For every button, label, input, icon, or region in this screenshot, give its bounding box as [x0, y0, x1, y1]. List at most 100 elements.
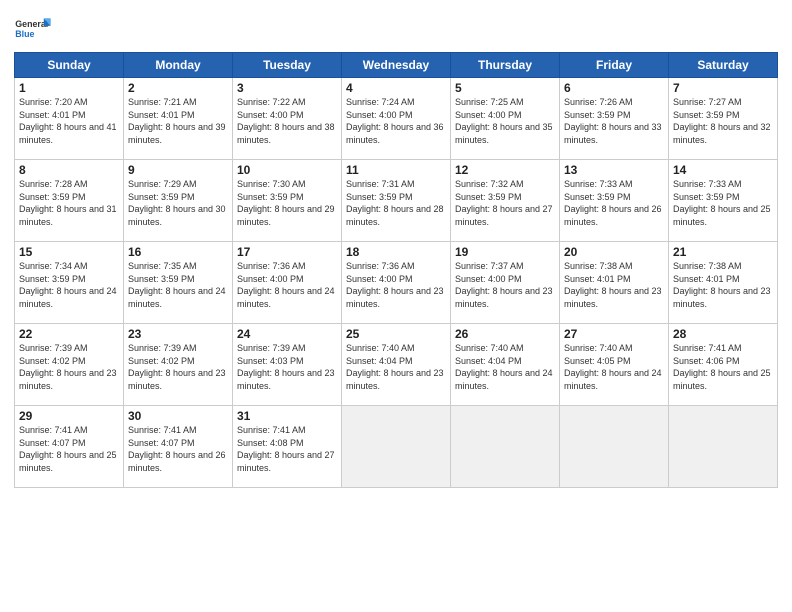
weekday-header-monday: Monday: [124, 53, 233, 78]
logo-icon: General Blue: [14, 10, 52, 48]
day-info: Sunrise: 7:31 AMSunset: 3:59 PMDaylight:…: [346, 179, 444, 227]
calendar-cell: 21 Sunrise: 7:38 AMSunset: 4:01 PMDaylig…: [669, 242, 778, 324]
week-row-3: 15 Sunrise: 7:34 AMSunset: 3:59 PMDaylig…: [15, 242, 778, 324]
day-number: 3: [237, 81, 337, 95]
day-number: 11: [346, 163, 446, 177]
calendar-cell: 16 Sunrise: 7:35 AMSunset: 3:59 PMDaylig…: [124, 242, 233, 324]
calendar-table: SundayMondayTuesdayWednesdayThursdayFrid…: [14, 52, 778, 488]
calendar-cell: 20 Sunrise: 7:38 AMSunset: 4:01 PMDaylig…: [560, 242, 669, 324]
calendar-cell: 4 Sunrise: 7:24 AMSunset: 4:00 PMDayligh…: [342, 78, 451, 160]
day-info: Sunrise: 7:41 AMSunset: 4:07 PMDaylight:…: [19, 425, 117, 473]
day-info: Sunrise: 7:30 AMSunset: 3:59 PMDaylight:…: [237, 179, 335, 227]
calendar-cell: 27 Sunrise: 7:40 AMSunset: 4:05 PMDaylig…: [560, 324, 669, 406]
day-number: 21: [673, 245, 773, 259]
calendar-cell: 26 Sunrise: 7:40 AMSunset: 4:04 PMDaylig…: [451, 324, 560, 406]
day-info: Sunrise: 7:22 AMSunset: 4:00 PMDaylight:…: [237, 97, 335, 145]
day-number: 15: [19, 245, 119, 259]
day-info: Sunrise: 7:25 AMSunset: 4:00 PMDaylight:…: [455, 97, 553, 145]
calendar-cell: 5 Sunrise: 7:25 AMSunset: 4:00 PMDayligh…: [451, 78, 560, 160]
calendar-cell: 9 Sunrise: 7:29 AMSunset: 3:59 PMDayligh…: [124, 160, 233, 242]
day-number: 10: [237, 163, 337, 177]
calendar-cell: 2 Sunrise: 7:21 AMSunset: 4:01 PMDayligh…: [124, 78, 233, 160]
day-info: Sunrise: 7:26 AMSunset: 3:59 PMDaylight:…: [564, 97, 662, 145]
day-number: 13: [564, 163, 664, 177]
day-info: Sunrise: 7:38 AMSunset: 4:01 PMDaylight:…: [673, 261, 771, 309]
page: General Blue SundayMondayTuesdayWednesda…: [0, 0, 792, 494]
day-number: 25: [346, 327, 446, 341]
week-row-4: 22 Sunrise: 7:39 AMSunset: 4:02 PMDaylig…: [15, 324, 778, 406]
day-number: 1: [19, 81, 119, 95]
day-number: 9: [128, 163, 228, 177]
calendar-cell: 17 Sunrise: 7:36 AMSunset: 4:00 PMDaylig…: [233, 242, 342, 324]
day-info: Sunrise: 7:39 AMSunset: 4:02 PMDaylight:…: [19, 343, 117, 391]
calendar-cell: 7 Sunrise: 7:27 AMSunset: 3:59 PMDayligh…: [669, 78, 778, 160]
calendar-cell: 19 Sunrise: 7:37 AMSunset: 4:00 PMDaylig…: [451, 242, 560, 324]
week-row-5: 29 Sunrise: 7:41 AMSunset: 4:07 PMDaylig…: [15, 406, 778, 488]
calendar-cell: 31 Sunrise: 7:41 AMSunset: 4:08 PMDaylig…: [233, 406, 342, 488]
calendar-cell: 10 Sunrise: 7:30 AMSunset: 3:59 PMDaylig…: [233, 160, 342, 242]
calendar-cell: [560, 406, 669, 488]
day-number: 24: [237, 327, 337, 341]
calendar-cell: 23 Sunrise: 7:39 AMSunset: 4:02 PMDaylig…: [124, 324, 233, 406]
day-number: 29: [19, 409, 119, 423]
calendar-cell: 12 Sunrise: 7:32 AMSunset: 3:59 PMDaylig…: [451, 160, 560, 242]
weekday-header-wednesday: Wednesday: [342, 53, 451, 78]
calendar-cell: 6 Sunrise: 7:26 AMSunset: 3:59 PMDayligh…: [560, 78, 669, 160]
day-info: Sunrise: 7:37 AMSunset: 4:00 PMDaylight:…: [455, 261, 553, 309]
day-number: 12: [455, 163, 555, 177]
calendar-body: 1 Sunrise: 7:20 AMSunset: 4:01 PMDayligh…: [15, 78, 778, 488]
week-row-1: 1 Sunrise: 7:20 AMSunset: 4:01 PMDayligh…: [15, 78, 778, 160]
calendar-cell: 14 Sunrise: 7:33 AMSunset: 3:59 PMDaylig…: [669, 160, 778, 242]
day-number: 14: [673, 163, 773, 177]
day-number: 22: [19, 327, 119, 341]
day-info: Sunrise: 7:36 AMSunset: 4:00 PMDaylight:…: [237, 261, 335, 309]
day-info: Sunrise: 7:21 AMSunset: 4:01 PMDaylight:…: [128, 97, 226, 145]
day-info: Sunrise: 7:35 AMSunset: 3:59 PMDaylight:…: [128, 261, 226, 309]
day-info: Sunrise: 7:38 AMSunset: 4:01 PMDaylight:…: [564, 261, 662, 309]
day-number: 23: [128, 327, 228, 341]
day-info: Sunrise: 7:41 AMSunset: 4:06 PMDaylight:…: [673, 343, 771, 391]
weekday-header-thursday: Thursday: [451, 53, 560, 78]
svg-text:Blue: Blue: [15, 29, 34, 39]
day-info: Sunrise: 7:39 AMSunset: 4:02 PMDaylight:…: [128, 343, 226, 391]
day-info: Sunrise: 7:40 AMSunset: 4:04 PMDaylight:…: [346, 343, 444, 391]
calendar-cell: 8 Sunrise: 7:28 AMSunset: 3:59 PMDayligh…: [15, 160, 124, 242]
day-info: Sunrise: 7:20 AMSunset: 4:01 PMDaylight:…: [19, 97, 117, 145]
calendar-cell: 25 Sunrise: 7:40 AMSunset: 4:04 PMDaylig…: [342, 324, 451, 406]
day-number: 2: [128, 81, 228, 95]
day-info: Sunrise: 7:27 AMSunset: 3:59 PMDaylight:…: [673, 97, 771, 145]
calendar-cell: 30 Sunrise: 7:41 AMSunset: 4:07 PMDaylig…: [124, 406, 233, 488]
day-number: 28: [673, 327, 773, 341]
day-number: 26: [455, 327, 555, 341]
svg-text:General: General: [15, 19, 48, 29]
day-number: 5: [455, 81, 555, 95]
calendar-cell: [342, 406, 451, 488]
week-row-2: 8 Sunrise: 7:28 AMSunset: 3:59 PMDayligh…: [15, 160, 778, 242]
calendar-cell: 28 Sunrise: 7:41 AMSunset: 4:06 PMDaylig…: [669, 324, 778, 406]
day-info: Sunrise: 7:36 AMSunset: 4:00 PMDaylight:…: [346, 261, 444, 309]
day-number: 20: [564, 245, 664, 259]
header: General Blue: [14, 10, 778, 48]
day-number: 17: [237, 245, 337, 259]
day-number: 7: [673, 81, 773, 95]
day-number: 27: [564, 327, 664, 341]
day-info: Sunrise: 7:29 AMSunset: 3:59 PMDaylight:…: [128, 179, 226, 227]
day-number: 6: [564, 81, 664, 95]
calendar-cell: [669, 406, 778, 488]
day-info: Sunrise: 7:33 AMSunset: 3:59 PMDaylight:…: [564, 179, 662, 227]
day-info: Sunrise: 7:33 AMSunset: 3:59 PMDaylight:…: [673, 179, 771, 227]
weekday-header-row: SundayMondayTuesdayWednesdayThursdayFrid…: [15, 53, 778, 78]
calendar-cell: 3 Sunrise: 7:22 AMSunset: 4:00 PMDayligh…: [233, 78, 342, 160]
day-info: Sunrise: 7:39 AMSunset: 4:03 PMDaylight:…: [237, 343, 335, 391]
day-number: 18: [346, 245, 446, 259]
calendar-cell: 24 Sunrise: 7:39 AMSunset: 4:03 PMDaylig…: [233, 324, 342, 406]
day-info: Sunrise: 7:41 AMSunset: 4:07 PMDaylight:…: [128, 425, 226, 473]
day-number: 30: [128, 409, 228, 423]
day-number: 16: [128, 245, 228, 259]
calendar-cell: 29 Sunrise: 7:41 AMSunset: 4:07 PMDaylig…: [15, 406, 124, 488]
weekday-header-tuesday: Tuesday: [233, 53, 342, 78]
day-info: Sunrise: 7:40 AMSunset: 4:04 PMDaylight:…: [455, 343, 553, 391]
day-number: 31: [237, 409, 337, 423]
logo-wrapper: General Blue: [14, 10, 52, 48]
day-info: Sunrise: 7:32 AMSunset: 3:59 PMDaylight:…: [455, 179, 553, 227]
